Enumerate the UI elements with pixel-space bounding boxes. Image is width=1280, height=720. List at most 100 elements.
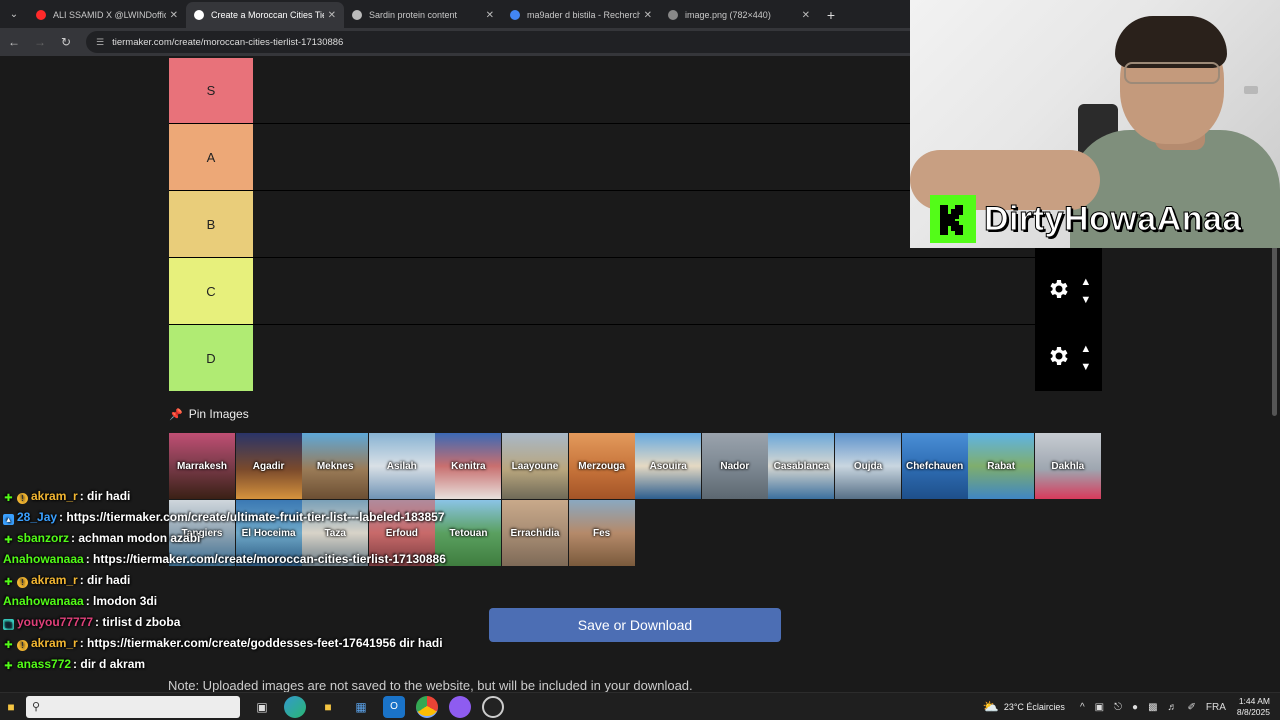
city-image-tile[interactable]: Asouira	[635, 433, 702, 499]
city-image-tile[interactable]: Fes	[568, 500, 635, 566]
pin-images-label: Pin Images	[188, 407, 249, 421]
outlook-icon[interactable]: O	[383, 695, 405, 718]
city-name: Rabat	[987, 460, 1016, 472]
tab-close-icon[interactable]: ✕	[644, 10, 652, 21]
chat-text: : https://tiermaker.com/create/ultimate-…	[59, 510, 445, 524]
chevron-down-icon[interactable]: ▼	[1080, 362, 1091, 373]
tier-label[interactable]: S	[169, 58, 253, 123]
weather-widget[interactable]: ⛅ 23°C Éclaircies	[983, 699, 1065, 715]
file-explorer-icon[interactable]: ■	[317, 696, 339, 718]
city-image-tile[interactable]: Casablanca	[768, 433, 835, 499]
browser-tab[interactable]: Create a Moroccan Cities Tier list ✕	[186, 2, 344, 28]
streamer-branding: DirtyHowaAnaa	[930, 195, 1242, 243]
obs-icon[interactable]	[449, 695, 471, 718]
city-name: Laayoune	[511, 460, 559, 472]
tier-label[interactable]: C	[169, 258, 253, 324]
record-app-icon[interactable]	[482, 695, 504, 718]
chat-badge-coin-icon: !	[17, 577, 28, 588]
city-name: Marrakesh	[176, 460, 228, 472]
chat-username[interactable]: youyou77777	[17, 615, 93, 629]
tab-search-chevron-icon[interactable]: ⌄	[0, 0, 28, 28]
city-name: Meknes	[316, 460, 354, 472]
tab-close-icon[interactable]: ✕	[170, 10, 178, 21]
chat-username[interactable]: Anahowanaaa	[3, 594, 84, 608]
city-image-tile[interactable]: Rabat	[968, 433, 1035, 499]
tab-close-icon[interactable]: ✕	[486, 10, 494, 21]
city-image-tile[interactable]: Nador	[701, 433, 768, 499]
task-view-icon[interactable]: ▣	[251, 696, 273, 718]
chat-username[interactable]: anass772	[17, 657, 71, 671]
tab-favicon-icon	[194, 10, 204, 20]
new-tab-button[interactable]: +	[818, 2, 844, 28]
tier-drop-zone[interactable]	[253, 325, 1102, 391]
chat-text: : tirlist d zboba	[95, 615, 181, 629]
city-image-tile[interactable]: Laayoune	[502, 433, 568, 499]
chat-badge-plus-icon: ✚	[4, 535, 13, 546]
tier-settings-gear-icon[interactable]	[1046, 277, 1070, 306]
tray-chevron-up-icon[interactable]: ^	[1080, 702, 1085, 713]
store-icon[interactable]: ▦	[350, 696, 372, 718]
url-field[interactable]: ☰ tiermaker.com/create/moroccan-cities-t…	[86, 31, 926, 53]
chat-username[interactable]: akram_r	[31, 636, 78, 650]
system-tray: ⛅ 23°C Éclaircies ^ ▣ ⎋ ● ▩ ♬ ✐ FRA 1:44…	[983, 693, 1280, 720]
chat-text: : https://tiermaker.com/create/moroccan-…	[85, 552, 446, 566]
chrome-icon[interactable]	[416, 695, 438, 718]
browser-tab[interactable]: ma9ader d bistila - Recherche G ✕	[502, 2, 660, 28]
chat-username[interactable]: sbanzorz	[17, 531, 69, 545]
search-icon: ⚲	[32, 701, 41, 713]
tray-shield-icon[interactable]: ⎋	[1114, 702, 1122, 713]
browser-tab[interactable]: ALI SSAMID X @LWINDofficiel ✕	[28, 2, 186, 28]
tab-title: image.png (782×440)	[685, 10, 771, 20]
microphone-icon[interactable]: ●	[1132, 702, 1138, 713]
tier-row: C ▲ ▼	[169, 257, 1102, 324]
tray-app-icon[interactable]: ▣	[1095, 702, 1104, 713]
tier-drop-zone[interactable]	[253, 258, 1102, 324]
browser-tab[interactable]: image.png (782×440) ✕	[660, 2, 818, 28]
speaker-icon[interactable]: ♬	[1168, 702, 1178, 713]
chat-text: : dir hadi	[79, 573, 131, 587]
back-arrow-icon[interactable]: ←	[2, 30, 26, 54]
start-widget-icon[interactable]: ■	[4, 696, 18, 718]
pin-images-toggle[interactable]: 📌 Pin Images	[169, 407, 249, 421]
taskbar-search[interactable]: ⚲	[26, 695, 240, 718]
city-name: Kenitra	[451, 460, 486, 472]
tier-settings-gear-icon[interactable]	[1046, 344, 1070, 373]
city-image-tile[interactable]: Dakhla	[1034, 433, 1101, 499]
tab-close-icon[interactable]: ✕	[802, 10, 810, 21]
tier-label[interactable]: B	[169, 191, 253, 257]
save-or-download-button[interactable]: Save or Download	[489, 608, 781, 642]
language-indicator[interactable]: FRA	[1206, 702, 1226, 713]
tab-favicon-icon	[352, 10, 362, 20]
city-name: Chefchauen	[905, 460, 964, 472]
chevron-up-icon[interactable]: ▲	[1080, 277, 1091, 288]
forward-arrow-icon[interactable]: →	[28, 30, 52, 54]
site-info-icon[interactable]: ☰	[96, 37, 104, 48]
chat-text: : https://tiermaker.com/create/goddesses…	[79, 636, 443, 650]
city-name: Merzouga	[578, 460, 625, 472]
chat-username[interactable]: Anahowanaaa	[3, 552, 84, 566]
tier-move-arrows: ▲▼	[1080, 344, 1091, 373]
chat-username[interactable]: akram_r	[31, 489, 78, 503]
chat-username[interactable]: 28_Jay	[17, 510, 57, 524]
reload-icon[interactable]: ↻	[54, 30, 78, 54]
webcam-wall-light	[1244, 86, 1258, 94]
city-image-tile[interactable]: Chefchauen	[901, 433, 968, 499]
city-image-tile[interactable]: Errachidia	[502, 500, 568, 566]
city-image-tile[interactable]: Merzouga	[568, 433, 635, 499]
tier-label[interactable]: D	[169, 325, 253, 391]
chevron-down-icon[interactable]: ▼	[1080, 295, 1091, 306]
pen-icon[interactable]: ✐	[1188, 702, 1196, 713]
browser-tab[interactable]: Sardin protein content ✕	[344, 2, 502, 28]
edge-icon[interactable]	[284, 695, 306, 718]
chat-message: ✚! akram_r: dir hadi	[3, 571, 473, 589]
tab-close-icon[interactable]: ✕	[328, 10, 336, 21]
city-image-tile[interactable]: Oujda	[835, 433, 901, 499]
taskbar-clock[interactable]: 1:44 AM 8/8/2025	[1237, 696, 1270, 718]
tab-favicon-icon	[36, 10, 46, 20]
tier-label[interactable]: A	[169, 124, 253, 190]
chevron-up-icon[interactable]: ▲	[1080, 344, 1091, 355]
tray-display-icon[interactable]: ▩	[1148, 702, 1157, 713]
tier-controls: ▲▼	[1035, 325, 1102, 391]
chat-username[interactable]: akram_r	[31, 573, 78, 587]
tab-favicon-icon	[668, 10, 678, 20]
